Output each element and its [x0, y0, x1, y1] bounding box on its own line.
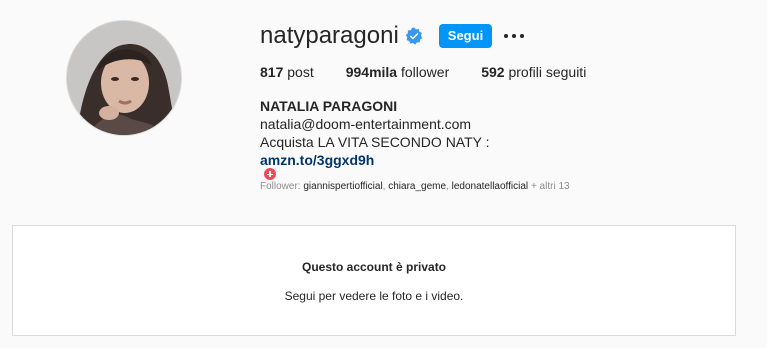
followed-by-account[interactable]: ledonatellaofficial: [452, 181, 529, 192]
bio-link[interactable]: amzn.to/3ggxd9h: [260, 152, 374, 168]
followers-count[interactable]: 994mila follower: [346, 64, 450, 80]
full-name: NATALIA PARAGONI: [260, 98, 398, 114]
bio-email: natalia@doom-entertainment.com: [260, 116, 472, 132]
bio: NATALIA PARAGONI natalia@doom-entertainm…: [260, 97, 490, 169]
private-account-notice: Questo account è privato Segui per veder…: [12, 225, 736, 336]
add-icon: [264, 168, 276, 180]
private-title: Questo account è privato: [301, 260, 447, 274]
more-dot-icon: [512, 34, 517, 38]
followed-by[interactable]: Follower: giannispertiofficial, chiara_g…: [260, 181, 570, 192]
more-dot-icon: [520, 34, 525, 38]
posts-value: 817: [260, 64, 284, 80]
follow-button[interactable]: Segui: [438, 24, 493, 48]
private-subtitle: Segui per vedere le foto e i video.: [284, 289, 464, 303]
followed-by-account[interactable]: chiara_geme: [388, 181, 446, 192]
profile-stats: 817 post 994mila follower 592 profili se…: [260, 64, 618, 80]
posts-count: 817 post: [260, 64, 314, 80]
avatar-image: [67, 21, 181, 135]
more-dot-icon: [504, 34, 509, 38]
followed-by-prefix: Follower:: [260, 181, 301, 192]
more-options-button[interactable]: [502, 24, 526, 48]
followed-by-account[interactable]: giannispertiofficial: [303, 181, 382, 192]
following-value: 592: [481, 64, 505, 80]
bio-line: Acquista LA VITA SECONDO NATY :: [260, 134, 490, 150]
posts-label: post: [287, 64, 314, 80]
following-label: profili seguiti: [508, 64, 587, 80]
followers-label: follower: [400, 64, 450, 80]
avatar[interactable]: [66, 20, 182, 136]
profile-header: natyparagoni Segui: [260, 22, 526, 50]
username: natyparagoni: [260, 22, 399, 49]
following-count[interactable]: 592 profili seguiti: [481, 64, 586, 80]
followed-by-more[interactable]: + altri 13: [531, 181, 570, 192]
verified-badge-icon: [405, 27, 423, 45]
followers-value: 994mila: [345, 64, 398, 80]
